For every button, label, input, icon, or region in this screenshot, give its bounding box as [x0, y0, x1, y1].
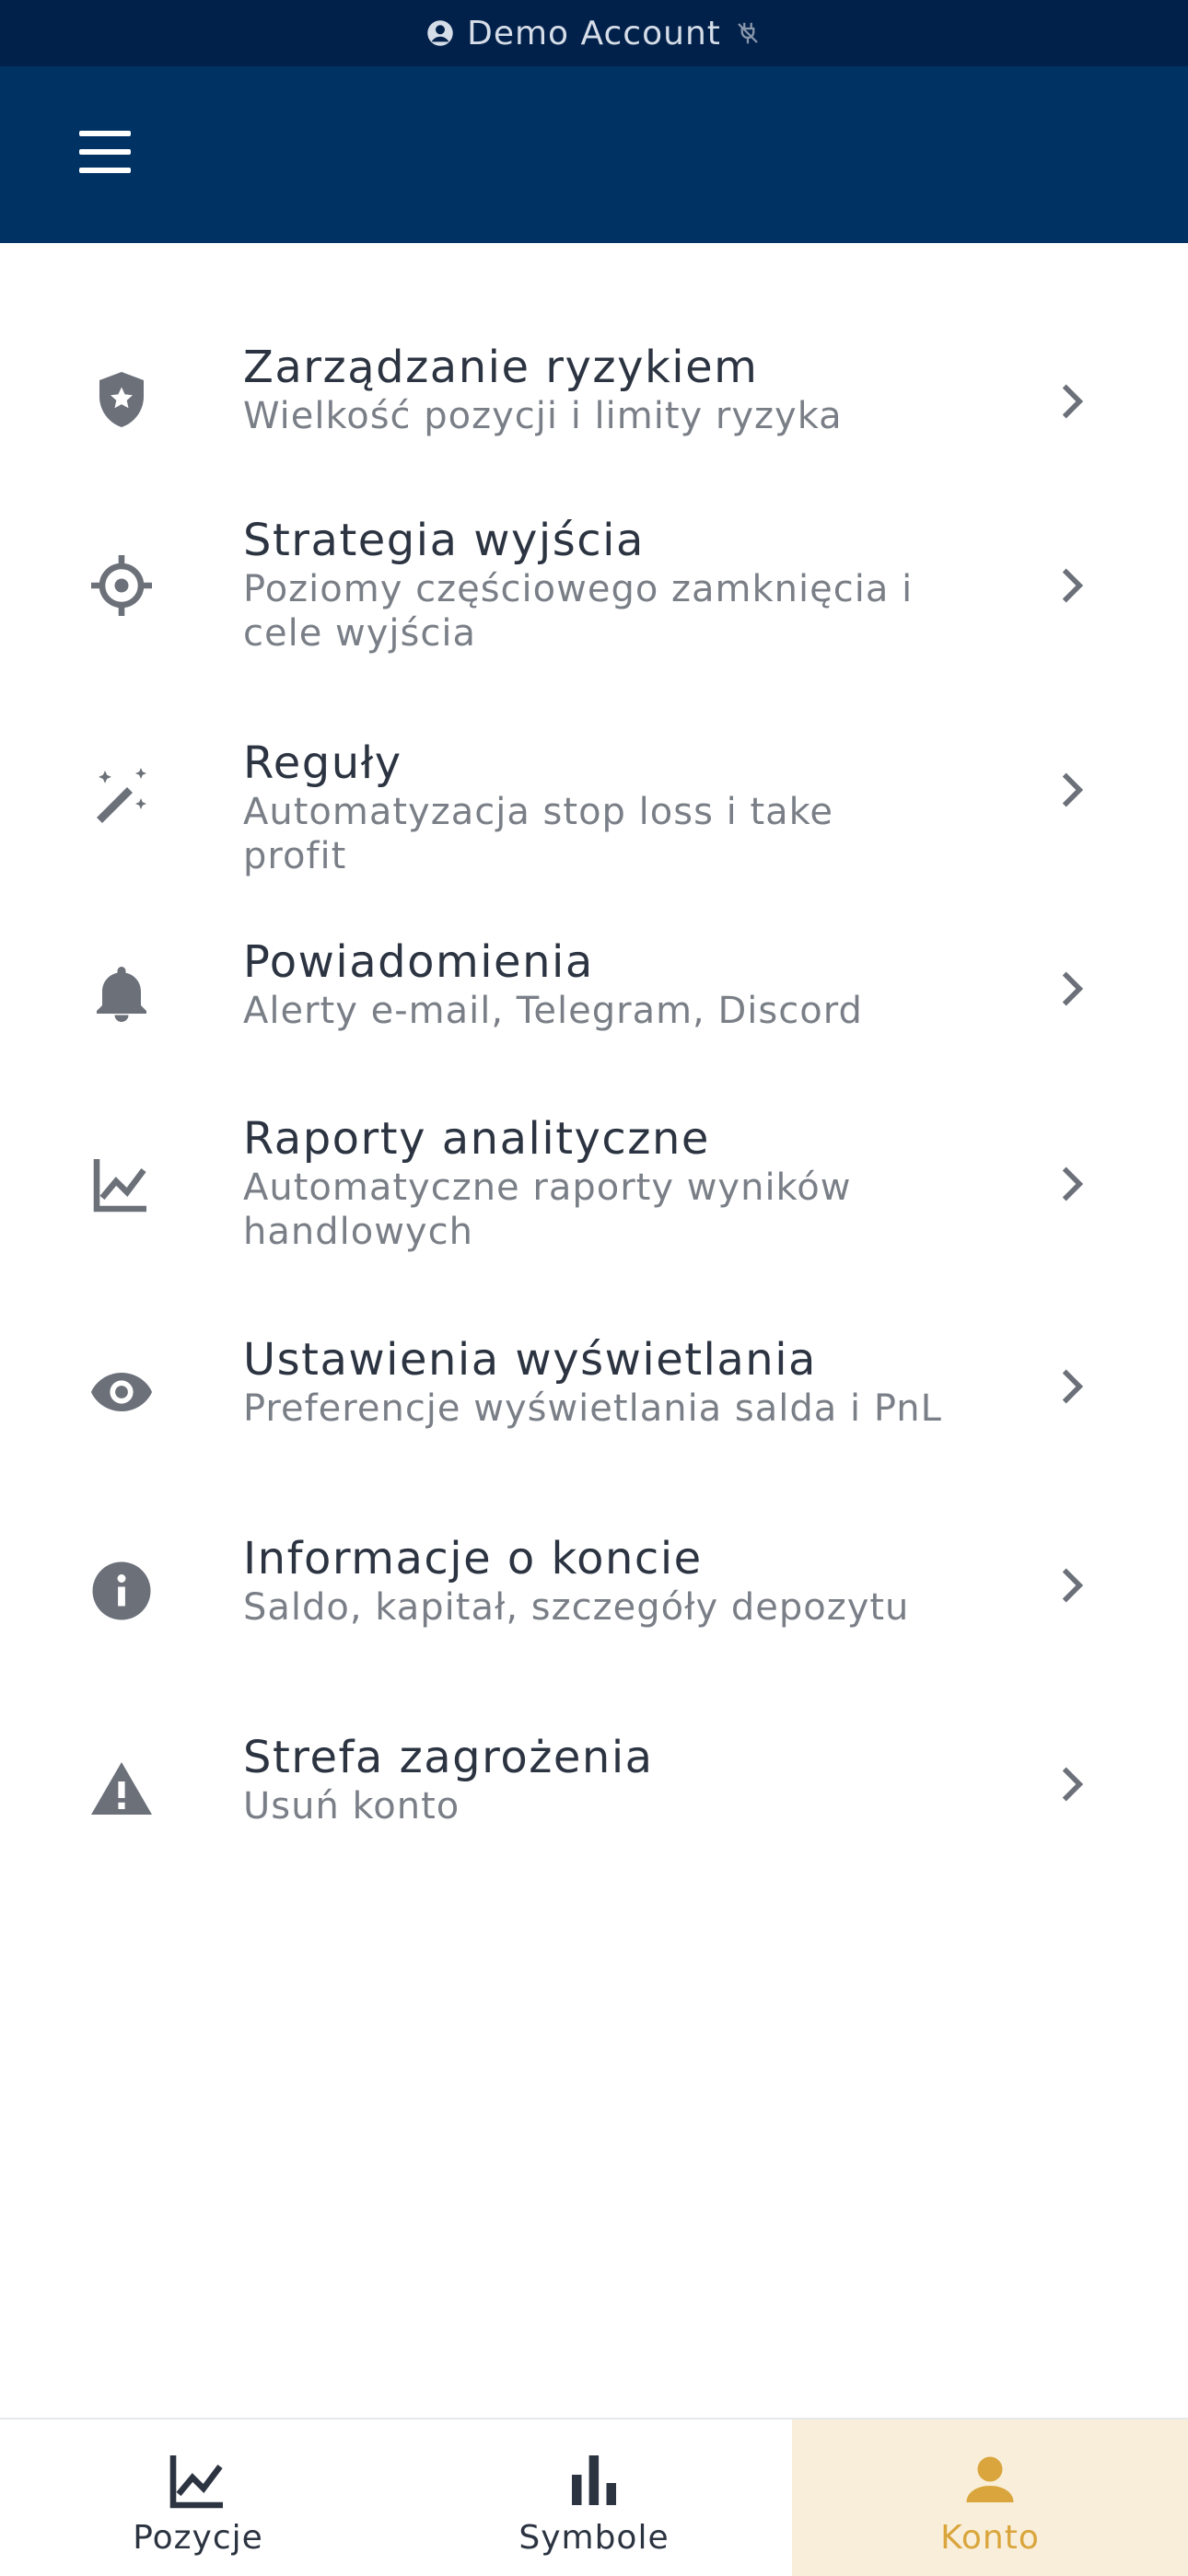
menu-item-subtitle: Wielkość pozycji i limity ryzyka	[243, 395, 843, 437]
tab-positions[interactable]: Pozycje	[0, 2419, 396, 2576]
chevron-right-icon	[1062, 1767, 1084, 1802]
menu-item-title: Powiadomienia	[243, 936, 594, 988]
menu-item-title: Raporty analityczne	[243, 1113, 710, 1165]
menu-item-danger-zone[interactable]: Strefa zagrożenia Usuń konto	[0, 1731, 1188, 1860]
menu-item-account-info[interactable]: Informacje o koncie Saldo, kapitał, szcz…	[0, 1532, 1188, 1661]
chevron-right-icon	[1062, 1166, 1084, 1201]
menu-item-exit-strategy[interactable]: Strategia wyjścia Poziomy częściowego za…	[0, 514, 1188, 670]
tab-symbols[interactable]: Symbole	[396, 2419, 792, 2576]
account-label: Demo Account	[467, 14, 721, 52]
menu-item-subtitle: Automatyzacja stop loss i take profit	[243, 791, 833, 877]
chevron-right-icon	[1062, 1369, 1084, 1404]
shield-star-icon	[88, 366, 155, 433]
menu-item-notifications[interactable]: Powiadomienia Alerty e-mail, Telegram, D…	[0, 935, 1188, 1064]
menu-item-subtitle: Usuń konto	[243, 1785, 460, 1828]
chevron-right-icon	[1062, 384, 1084, 419]
magic-wand-icon	[88, 762, 155, 829]
chevron-right-icon	[1062, 772, 1084, 807]
menu-item-title: Strefa zagrożenia	[243, 1732, 654, 1783]
tab-label: Konto	[940, 2519, 1040, 2557]
bottom-navigation: Pozycje Symbole Konto	[0, 2418, 1188, 2576]
line-chart-icon	[88, 1151, 155, 1217]
warning-icon	[88, 1757, 155, 1823]
menu-item-display-settings[interactable]: Ustawienia wyświetlania Preferencje wyśw…	[0, 1333, 1188, 1462]
chevron-right-icon	[1062, 1568, 1084, 1603]
tab-label: Pozycje	[133, 2519, 263, 2557]
bar-chart-icon	[572, 2455, 616, 2505]
crosshair-icon	[88, 552, 155, 619]
tab-account[interactable]: Konto	[792, 2419, 1188, 2576]
menu-item-title: Ustawienia wyświetlania	[243, 1334, 817, 1386]
hamburger-menu-icon[interactable]	[79, 131, 142, 179]
line-chart-icon	[169, 2455, 223, 2509]
account-circle-icon	[427, 20, 453, 46]
tab-label: Symbole	[518, 2519, 670, 2557]
connection-off-icon	[738, 22, 758, 44]
info-icon	[88, 1558, 155, 1624]
menu-item-risk-management[interactable]: Zarządzanie ryzykiem Wielkość pozycji i …	[0, 335, 1188, 473]
menu-item-title: Zarządzanie ryzykiem	[243, 342, 759, 393]
menu-item-title: Strategia wyjścia	[243, 515, 645, 566]
menu-item-rules[interactable]: Reguły Automatyzacja stop loss i take pr…	[0, 737, 1188, 877]
chevron-right-icon	[1062, 568, 1084, 603]
bell-icon	[88, 961, 155, 1027]
status-bar: Demo Account	[0, 0, 1188, 66]
eye-icon	[88, 1359, 155, 1425]
menu-item-subtitle: Saldo, kapitał, szczegóły depozytu	[243, 1586, 910, 1629]
menu-item-title: Informacje o koncie	[243, 1533, 703, 1584]
menu-item-subtitle: Preferencje wyświetlania salda i PnL	[243, 1387, 942, 1430]
chevron-right-icon	[1062, 971, 1084, 1006]
person-icon	[966, 2456, 1014, 2502]
menu-item-subtitle: Automatyczne raporty wyników handlowych	[243, 1166, 852, 1253]
app-bar	[0, 66, 1188, 243]
menu-item-subtitle: Poziomy częściowego zamknięcia i cele wy…	[243, 568, 914, 655]
menu-item-analytics-reports[interactable]: Raporty analityczne Automatyczne raporty…	[0, 1112, 1188, 1269]
menu-item-subtitle: Alerty e-mail, Telegram, Discord	[243, 990, 863, 1032]
menu-item-title: Reguły	[243, 737, 402, 789]
